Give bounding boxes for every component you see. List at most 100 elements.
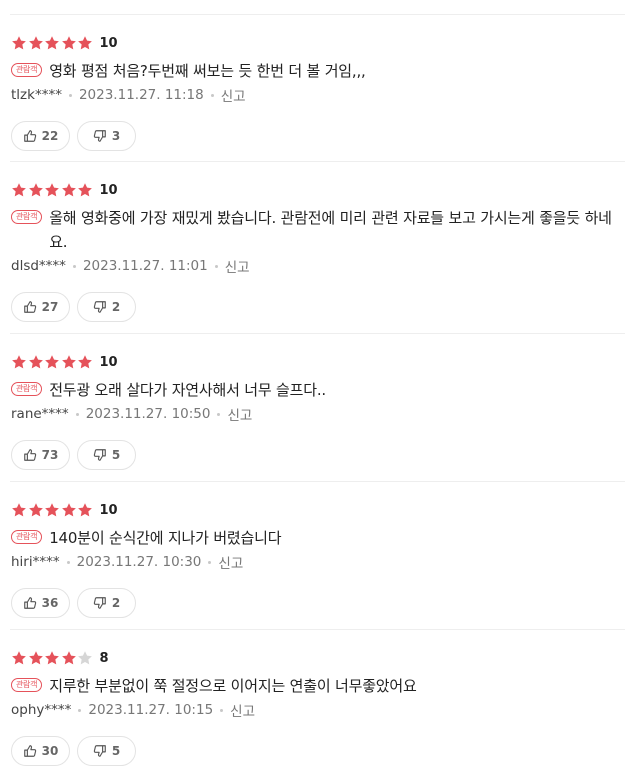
star-filled-icon: [28, 651, 43, 665]
rating-score: 10: [99, 182, 118, 198]
star-filled-icon: [45, 183, 59, 197]
star-filled-icon: [61, 36, 76, 50]
thumbs-up-icon: [23, 301, 36, 313]
thumbs-down-icon: [93, 745, 106, 757]
star-filled-icon: [78, 36, 92, 50]
report-link[interactable]: 신고: [227, 404, 252, 424]
rating-row: 10: [11, 353, 625, 371]
like-count: 27: [41, 300, 59, 314]
report-link[interactable]: 신고: [221, 85, 246, 105]
review-text: 올해 영화중에 가장 재밌게 봤습니다. 관람전에 미리 관련 자료들 보고 가…: [49, 209, 612, 251]
like-button[interactable]: 30: [11, 736, 70, 766]
like-button[interactable]: 22: [11, 121, 70, 151]
review-content: 관람객 올해 영화중에 가장 재밌게 봤습니다. 관람전에 미리 관련 자료들 …: [11, 206, 625, 254]
thumbs-down-icon: [93, 130, 106, 142]
star-filled-icon: [78, 183, 92, 197]
separator-dot: [78, 708, 82, 712]
rating-row: 10: [11, 34, 625, 52]
review-item: 10 관람객 영화 평점 처음?두번째 써보는 듯 한번 더 볼 거임,,, t…: [10, 15, 625, 162]
dislike-count: 5: [111, 744, 121, 758]
vote-actions: 22 3: [11, 121, 625, 151]
review-list: 10 관람객 영화 평점 처음?두번째 써보는 듯 한번 더 볼 거임,,, t…: [0, 14, 635, 776]
rating-row: 10: [11, 501, 625, 519]
dislike-button[interactable]: 2: [77, 292, 136, 322]
star-rating: [11, 502, 94, 518]
star-filled-icon: [61, 503, 76, 517]
star-filled-icon: [28, 183, 43, 197]
dislike-count: 5: [111, 448, 121, 462]
viewer-badge: 관람객: [11, 63, 43, 77]
dislike-count: 2: [111, 596, 121, 610]
review-meta: ophy**** 2023.11.27. 10:15 신고: [11, 700, 625, 720]
author-id: dlsd****: [11, 258, 66, 274]
review-text: 영화 평점 처음?두번째 써보는 듯 한번 더 볼 거임,,,: [49, 62, 366, 80]
like-count: 36: [41, 596, 59, 610]
review-item: 10 관람객 전두광 오래 살다가 자연사해서 너무 슬프다.. rane***…: [10, 334, 625, 482]
thumbs-down-icon: [93, 301, 106, 313]
review-date: 2023.11.27. 10:30: [76, 554, 202, 570]
star-filled-icon: [28, 503, 43, 517]
thumbs-up-icon: [23, 745, 36, 757]
star-filled-icon: [45, 503, 59, 517]
review-text: 지루한 부분없이 쭉 절정으로 이어지는 연출이 너무좋았어요: [49, 677, 417, 695]
separator-dot: [75, 412, 79, 416]
star-filled-icon: [12, 355, 26, 369]
review-meta: dlsd**** 2023.11.27. 11:01 신고: [11, 256, 625, 276]
like-count: 30: [41, 744, 59, 758]
rating-score: 10: [99, 502, 118, 518]
star-filled-icon: [12, 36, 26, 50]
review-content: 관람객 140분이 순식간에 지나가 버렸습니다: [11, 526, 625, 550]
rating-score: 10: [99, 35, 118, 51]
separator-dot: [210, 93, 214, 97]
like-button[interactable]: 27: [11, 292, 70, 322]
vote-actions: 27 2: [11, 292, 625, 322]
viewer-badge: 관람객: [11, 382, 43, 396]
like-button[interactable]: 73: [11, 440, 70, 470]
report-link[interactable]: 신고: [225, 256, 250, 276]
star-rating: [11, 182, 94, 198]
review-meta: rane**** 2023.11.27. 10:50 신고: [11, 404, 625, 424]
review-item: 10 관람객 올해 영화중에 가장 재밌게 봤습니다. 관람전에 미리 관련 자…: [10, 162, 625, 334]
rating-row: 10: [11, 181, 625, 199]
thumbs-up-icon: [23, 130, 36, 142]
dislike-count: 3: [111, 129, 121, 143]
like-count: 22: [41, 129, 59, 143]
review-date: 2023.11.27. 11:18: [78, 87, 204, 103]
star-filled-icon: [78, 503, 92, 517]
like-count: 73: [41, 448, 59, 462]
review-content: 관람객 지루한 부분없이 쭉 절정으로 이어지는 연출이 너무좋았어요: [11, 674, 625, 698]
star-filled-icon: [28, 36, 43, 50]
report-link[interactable]: 신고: [218, 552, 243, 572]
review-content: 관람객 영화 평점 처음?두번째 써보는 듯 한번 더 볼 거임,,,: [11, 59, 625, 83]
author-id: hiri****: [11, 554, 60, 570]
separator-dot: [66, 560, 70, 564]
star-filled-icon: [61, 355, 76, 369]
vote-actions: 73 5: [11, 440, 625, 470]
star-rating: [11, 354, 94, 370]
report-link[interactable]: 신고: [230, 700, 255, 720]
review-date: 2023.11.27. 11:01: [82, 258, 208, 274]
star-filled-icon: [45, 355, 59, 369]
star-filled-icon: [28, 355, 43, 369]
dislike-button[interactable]: 2: [77, 588, 136, 618]
separator-dot: [68, 93, 72, 97]
review-meta: hiri**** 2023.11.27. 10:30 신고: [11, 552, 625, 572]
star-filled-icon: [61, 651, 76, 665]
viewer-badge: 관람객: [11, 678, 43, 692]
review-content: 관람객 전두광 오래 살다가 자연사해서 너무 슬프다..: [11, 378, 625, 402]
star-filled-icon: [12, 183, 26, 197]
rating-score: 10: [99, 354, 118, 370]
thumbs-up-icon: [23, 449, 36, 461]
dislike-button[interactable]: 5: [77, 736, 136, 766]
dislike-count: 2: [111, 300, 121, 314]
separator-dot: [208, 560, 212, 564]
dislike-button[interactable]: 3: [77, 121, 136, 151]
like-button[interactable]: 36: [11, 588, 70, 618]
dislike-button[interactable]: 5: [77, 440, 136, 470]
review-text: 140분이 순식간에 지나가 버렸습니다: [49, 529, 282, 547]
author-id: rane****: [11, 406, 69, 422]
review-item: 10 관람객 140분이 순식간에 지나가 버렸습니다 hiri**** 202…: [10, 482, 625, 630]
star-filled-icon: [12, 503, 26, 517]
star-filled-icon: [45, 651, 59, 665]
review-meta: tlzk**** 2023.11.27. 11:18 신고: [11, 85, 625, 105]
